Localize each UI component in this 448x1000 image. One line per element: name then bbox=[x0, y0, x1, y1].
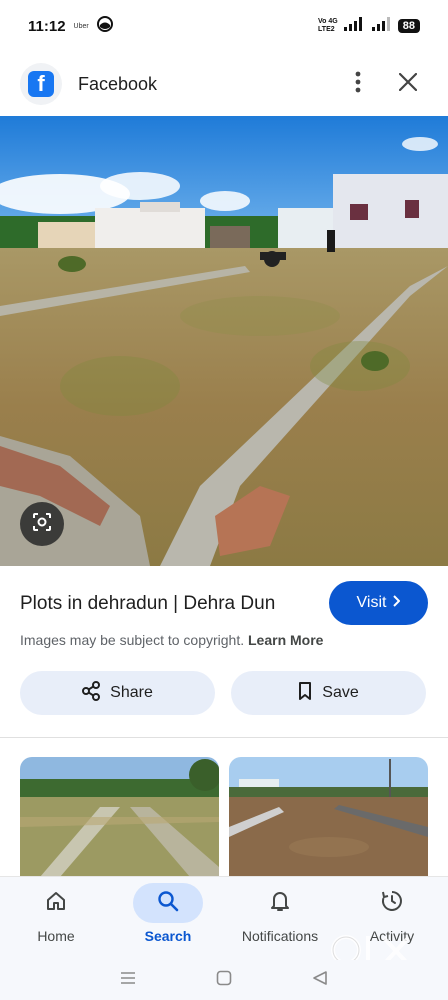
related-image-thumbnail[interactable] bbox=[229, 757, 428, 877]
result-title[interactable]: Plots in dehradun | Dehra Dun bbox=[20, 593, 275, 615]
close-icon bbox=[398, 72, 418, 96]
home-square-icon[interactable] bbox=[216, 970, 232, 991]
status-bar: 11:12 Uber Vo 4G LTE2 88 bbox=[0, 0, 448, 52]
status-app-indicator: Uber bbox=[73, 22, 89, 30]
status-time: 11:12 bbox=[28, 17, 66, 35]
land-plot-photo bbox=[0, 116, 448, 566]
nav-search[interactable]: Search bbox=[112, 877, 224, 961]
signal-icon bbox=[343, 16, 366, 36]
lens-search-button[interactable] bbox=[20, 502, 64, 546]
facebook-f-icon: f bbox=[28, 71, 54, 97]
network-label-bottom: LTE2 bbox=[318, 26, 335, 33]
battery-indicator: 88 bbox=[397, 19, 420, 33]
result-image[interactable] bbox=[0, 116, 448, 566]
more-vert-icon bbox=[355, 71, 361, 98]
save-button[interactable]: Save bbox=[231, 671, 426, 715]
close-button[interactable] bbox=[388, 64, 428, 104]
notification-dot-icon bbox=[96, 15, 113, 37]
app-header: f Facebook bbox=[0, 52, 448, 116]
nav-search-label: Search bbox=[144, 928, 192, 944]
search-icon bbox=[157, 890, 179, 917]
status-left: 11:12 Uber bbox=[28, 15, 113, 37]
status-right: Vo 4G LTE2 88 bbox=[318, 16, 420, 36]
share-label: Share bbox=[110, 684, 153, 701]
bookmark-icon bbox=[298, 681, 312, 705]
nav-notifications-icon-wrap bbox=[245, 883, 315, 923]
learn-more-link[interactable]: Learn More bbox=[248, 632, 323, 648]
visit-label: Visit bbox=[356, 594, 387, 611]
nav-home-icon-wrap bbox=[21, 883, 91, 923]
more-options-button[interactable] bbox=[338, 64, 378, 104]
copyright-notice: Images may be subject to copyright. Lear… bbox=[20, 632, 323, 648]
thumbnail-image-2 bbox=[229, 757, 428, 877]
chevron-right-icon bbox=[392, 594, 401, 612]
nav-search-icon-wrap bbox=[133, 883, 203, 923]
nav-notifications[interactable]: Notifications bbox=[224, 877, 336, 961]
network-label: Vo 4G LTE2 bbox=[318, 18, 338, 34]
visit-button[interactable]: Visit bbox=[329, 581, 428, 625]
network-label-top: Vo 4G bbox=[318, 18, 338, 25]
recent-apps-icon[interactable] bbox=[120, 971, 136, 990]
share-button[interactable]: Share bbox=[20, 671, 215, 715]
section-divider bbox=[0, 737, 448, 738]
nav-home[interactable]: Home bbox=[0, 877, 112, 961]
nav-notifications-label: Notifications bbox=[241, 928, 319, 944]
share-icon bbox=[82, 680, 101, 706]
activity-icon bbox=[380, 889, 404, 918]
copyright-text: Images may be subject to copyright. bbox=[20, 632, 245, 648]
bell-icon bbox=[270, 890, 290, 917]
related-image-thumbnail[interactable] bbox=[20, 757, 219, 877]
save-label: Save bbox=[322, 684, 359, 701]
nav-activity-icon-wrap bbox=[357, 883, 427, 923]
signal-icon-2 bbox=[371, 16, 392, 36]
lens-icon bbox=[30, 510, 54, 539]
thumbnail-image-1 bbox=[20, 757, 219, 877]
back-triangle-icon[interactable] bbox=[312, 970, 328, 991]
nav-home-label: Home bbox=[37, 928, 75, 944]
app-title: Facebook bbox=[78, 73, 158, 94]
system-navigation-bar bbox=[0, 960, 448, 1000]
facebook-logo: f bbox=[20, 63, 62, 105]
home-icon bbox=[45, 890, 67, 917]
